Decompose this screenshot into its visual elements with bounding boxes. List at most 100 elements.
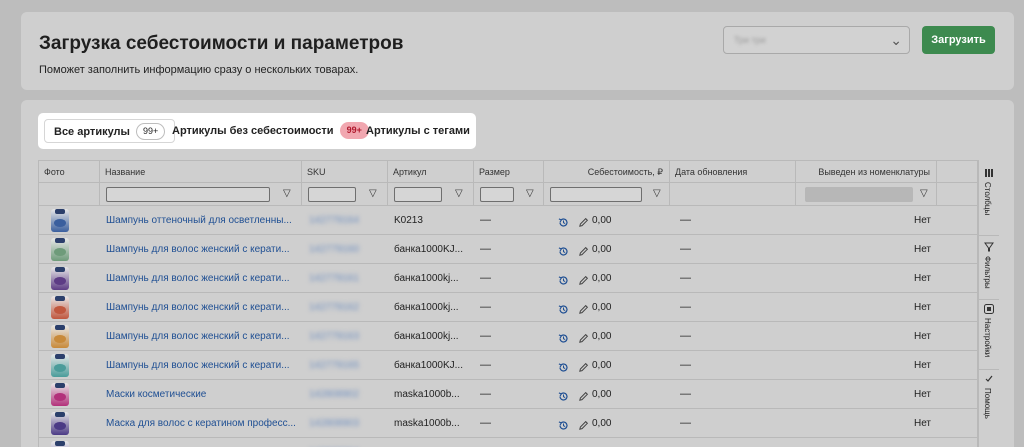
history-icon[interactable]: [558, 331, 569, 343]
sku-link[interactable]: 142808903: [309, 409, 379, 438]
table-row: Шампунь для волос женский с керати... 142…: [39, 235, 977, 264]
column-header-size[interactable]: Размер: [474, 161, 544, 183]
cost-value[interactable]: 0,00: [592, 409, 632, 438]
filter-icon[interactable]: ▽: [526, 186, 534, 202]
product-name-link[interactable]: Шампунь для волос женский с керати...: [106, 293, 296, 322]
filter-icon[interactable]: ▽: [283, 186, 291, 202]
filter-cell-updated: [670, 183, 796, 206]
size-cell: —: [480, 417, 491, 429]
filter-icon[interactable]: ▽: [455, 186, 463, 202]
filter-icon[interactable]: ▽: [653, 186, 661, 202]
article-cell: банка1000kj...: [394, 273, 459, 284]
sku-link[interactable]: 142779162: [309, 293, 379, 322]
history-icon[interactable]: [558, 244, 569, 256]
edit-icon[interactable]: [578, 244, 589, 256]
bottle-cap: [55, 238, 65, 243]
bottle-label: [54, 364, 66, 372]
tab-articles-without-cost[interactable]: Артикулы без себестоимости 99+: [172, 119, 369, 143]
product-thumbnail[interactable]: [51, 383, 69, 406]
tab-all-articles[interactable]: Все артикулы 99+: [44, 119, 176, 143]
edit-icon[interactable]: [578, 418, 589, 430]
cost-value[interactable]: 0,00: [592, 293, 632, 322]
filter-input-name[interactable]: [106, 187, 270, 202]
product-thumbnail[interactable]: [51, 354, 69, 377]
column-header-updated[interactable]: Дата обновления: [670, 161, 796, 183]
upload-button[interactable]: Загрузить: [922, 26, 995, 54]
table-row: Маска для волос с кератином професс... 14…: [39, 409, 977, 438]
history-icon[interactable]: [558, 215, 569, 227]
product-name-link[interactable]: Маска для волос с кератином професс...: [106, 409, 296, 438]
side-tab-filters[interactable]: Фильтры: [979, 236, 999, 300]
updated-date-cell: —: [680, 301, 691, 313]
edit-icon[interactable]: [578, 360, 589, 372]
article-cell: банка1000KJ...: [394, 244, 463, 255]
product-thumbnail[interactable]: [51, 441, 69, 447]
history-icon[interactable]: [558, 302, 569, 314]
edit-icon[interactable]: [578, 389, 589, 401]
product-name-link[interactable]: Шампунь для волос женский с керати...: [106, 351, 296, 380]
table-row: Маски косметические 142808902 maska1000b..…: [39, 380, 977, 409]
product-thumbnail[interactable]: [51, 209, 69, 232]
cost-value[interactable]: 0,00: [592, 380, 632, 409]
product-name-link[interactable]: Шампунь для волос женский с керати...: [106, 264, 296, 293]
cost-value[interactable]: 0,00: [592, 206, 632, 235]
filter-input-article[interactable]: [394, 187, 442, 202]
history-icon[interactable]: [558, 273, 569, 285]
sku-link[interactable]: 142808902: [309, 380, 379, 409]
product-name-link[interactable]: Шампунь для волос женский с керати...: [106, 235, 296, 264]
filter-input-cost[interactable]: [550, 187, 642, 202]
side-tab-settings[interactable]: Настройки: [979, 300, 999, 370]
column-header-cost[interactable]: Себестоимость, ₽: [544, 161, 670, 183]
tab-articles-with-tags[interactable]: Артикулы с тегами: [366, 119, 470, 143]
column-header-article[interactable]: Артикул: [388, 161, 474, 183]
filter-cell-withdrawn: ▽: [796, 183, 937, 206]
side-tab-help[interactable]: Помощь: [979, 370, 999, 447]
product-thumbnail[interactable]: [51, 238, 69, 261]
product-name-link[interactable]: Шампунь оттеночный для осветленны...: [106, 206, 296, 235]
edit-icon[interactable]: [578, 215, 589, 227]
filter-row: ▽ ▽ ▽ ▽ ▽ ▽: [39, 183, 977, 206]
filter-cell-name: ▽: [100, 183, 302, 206]
sku-link[interactable]: 142779163: [309, 322, 379, 351]
product-name-link[interactable]: Маска для волос с кератином професс...: [106, 438, 296, 447]
product-thumbnail[interactable]: [51, 325, 69, 348]
history-icon[interactable]: [558, 418, 569, 430]
column-header-withdrawn[interactable]: Выведен из номенклатуры: [796, 161, 937, 183]
sku-link[interactable]: 142779161: [309, 264, 379, 293]
filter-input-size[interactable]: [480, 187, 514, 202]
edit-icon[interactable]: [578, 273, 589, 285]
filter-icon: [984, 242, 994, 252]
size-cell: —: [480, 272, 491, 284]
product-name-link[interactable]: Шампунь для волос женский с керати...: [106, 322, 296, 351]
product-thumbnail[interactable]: [51, 412, 69, 435]
edit-icon[interactable]: [578, 331, 589, 343]
sku-link[interactable]: 142779164: [309, 206, 379, 235]
product-thumbnail[interactable]: [51, 296, 69, 319]
history-icon[interactable]: [558, 360, 569, 372]
cost-value[interactable]: 0,00: [592, 235, 632, 264]
side-tab-columns[interactable]: Столбцы: [979, 160, 999, 236]
filter-icon[interactable]: ▽: [920, 186, 928, 202]
sku-link[interactable]: 142779165: [309, 351, 379, 380]
sku-link[interactable]: 142779160: [309, 235, 379, 264]
column-header-name[interactable]: Название: [100, 161, 302, 183]
store-select[interactable]: Три три ⌄: [723, 26, 910, 54]
sku-link[interactable]: 142808904: [309, 438, 379, 447]
filter-input-sku[interactable]: [308, 187, 356, 202]
column-header-photo[interactable]: Фото: [39, 161, 100, 183]
product-thumbnail[interactable]: [51, 267, 69, 290]
history-icon[interactable]: [558, 389, 569, 401]
filter-cell-size: ▽: [474, 183, 544, 206]
filter-cell-cost: ▽: [544, 183, 670, 206]
cost-value[interactable]: 0,00: [592, 438, 632, 447]
filter-input-withdrawn[interactable]: [805, 187, 913, 202]
cost-value[interactable]: 0,00: [592, 264, 632, 293]
edit-icon[interactable]: [578, 302, 589, 314]
column-header-sku[interactable]: SKU: [302, 161, 388, 183]
withdrawn-cell: Нет: [879, 438, 931, 447]
filter-icon[interactable]: ▽: [369, 186, 377, 202]
product-name-link[interactable]: Маски косметические: [106, 380, 296, 409]
updated-date-cell: —: [680, 243, 691, 255]
cost-value[interactable]: 0,00: [592, 351, 632, 380]
cost-value[interactable]: 0,00: [592, 322, 632, 351]
